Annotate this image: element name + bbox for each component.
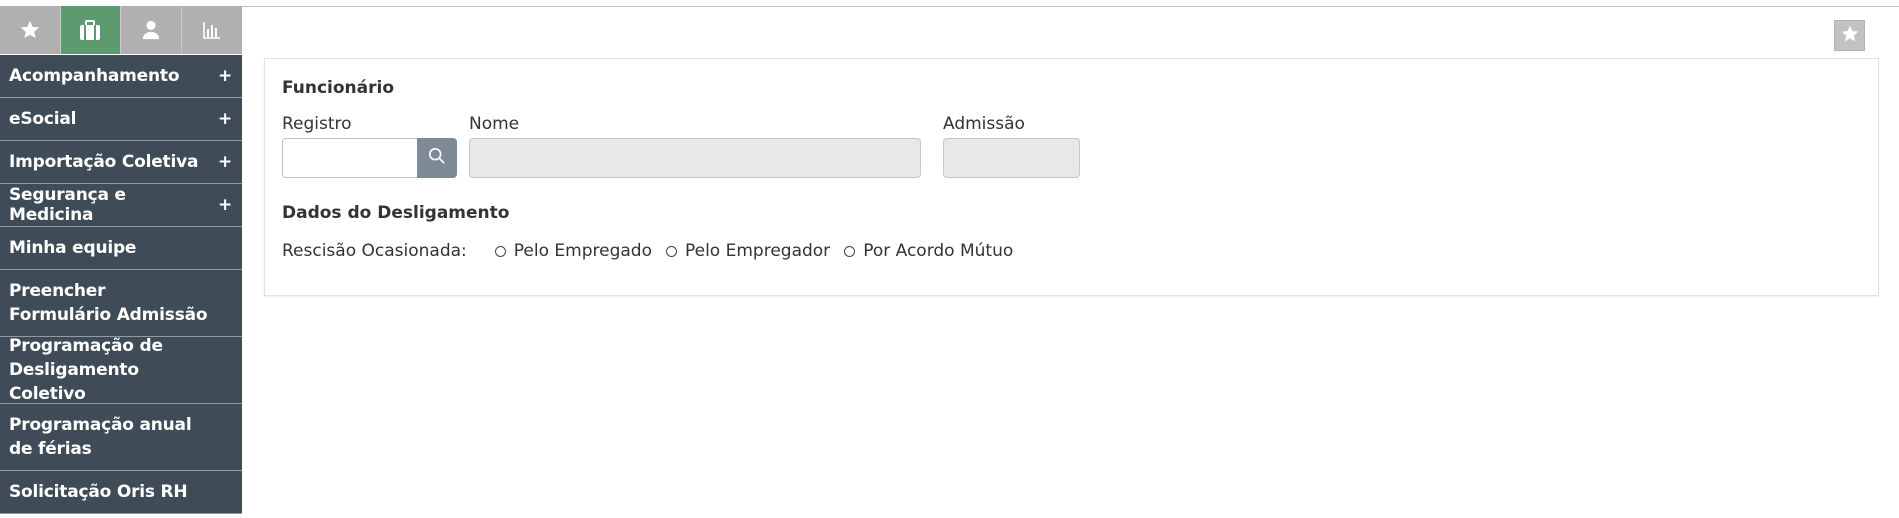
radio-circle-icon: [844, 245, 856, 257]
tab-briefcase[interactable]: [60, 6, 121, 54]
sidebar-item-preencher-formulario[interactable]: Preencher Formulário Admissão: [0, 270, 242, 337]
sidebar-item-importacao-coletiva[interactable]: Importação Coletiva +: [0, 141, 242, 184]
favorite-button[interactable]: [1834, 20, 1865, 51]
sidebar-item-label: Minha equipe: [9, 238, 137, 258]
radio-por-acordo-mutuo[interactable]: Por Acordo Mútuo: [844, 241, 1013, 261]
search-registro-button[interactable]: [417, 138, 457, 178]
radio-label: Por Acordo Mútuo: [863, 241, 1014, 261]
sidebar-item-acompanhamento[interactable]: Acompanhamento +: [0, 55, 242, 98]
tab-user[interactable]: [121, 6, 182, 54]
radio-circle-icon: [665, 245, 677, 257]
expand-icon: +: [217, 66, 232, 86]
admissao-field: [943, 138, 1080, 178]
sidebar-item-esocial[interactable]: eSocial +: [0, 98, 242, 141]
sidebar-menu: Acompanhamento + eSocial + Importação Co…: [0, 55, 242, 514]
tab-favorites[interactable]: [0, 6, 61, 54]
section-title-desligamento: Dados do Desligamento: [282, 203, 510, 223]
nome-label: Nome: [469, 114, 520, 134]
bar-chart-icon: [202, 20, 222, 40]
star-icon: [1840, 24, 1860, 48]
user-icon: [140, 19, 162, 41]
sidebar-item-minha-equipe[interactable]: Minha equipe: [0, 227, 242, 270]
sidebar-tabbar: [0, 6, 242, 54]
sidebar-item-label: Programação de Desligamento Coletivo: [9, 336, 163, 404]
rescisao-label: Rescisão Ocasionada:: [282, 241, 467, 261]
search-icon: [428, 147, 446, 169]
radio-circle-icon: [494, 245, 506, 257]
sidebar: Acompanhamento + eSocial + Importação Co…: [0, 0, 242, 518]
section-title-funcionario: Funcionário: [282, 78, 395, 98]
rescisao-radio-group: Rescisão Ocasionada: Pelo Empregado Pelo…: [282, 241, 1027, 261]
expand-icon: +: [217, 195, 232, 215]
registro-label: Registro: [282, 114, 352, 134]
sidebar-item-label: Programação anual de férias: [9, 415, 192, 459]
sidebar-item-solicitacao-oris[interactable]: Solicitação Oris RH: [0, 471, 242, 514]
briefcase-icon: [78, 19, 102, 41]
sidebar-item-label: Acompanhamento: [9, 66, 180, 86]
radio-pelo-empregado[interactable]: Pelo Empregado: [494, 241, 652, 261]
star-icon: [19, 19, 41, 41]
sidebar-item-label: Preencher Formulário Admissão: [9, 281, 208, 325]
sidebar-item-label: Segurança e Medicina: [9, 185, 126, 225]
radio-label: Pelo Empregador: [684, 241, 831, 261]
admissao-label: Admissão: [943, 114, 1025, 134]
expand-icon: +: [217, 109, 232, 129]
registro-input[interactable]: [282, 138, 418, 178]
tab-reports[interactable]: [181, 6, 242, 54]
expand-icon: +: [217, 152, 232, 172]
sidebar-item-label: Solicitação Oris RH: [9, 482, 188, 502]
sidebar-item-programacao-ferias[interactable]: Programação anual de férias: [0, 404, 242, 471]
sidebar-item-label: eSocial: [9, 109, 77, 129]
sidebar-item-seguranca-medicina[interactable]: Segurança e Medicina +: [0, 184, 242, 227]
nome-field: [469, 138, 921, 178]
radio-label: Pelo Empregado: [513, 241, 652, 261]
sidebar-item-programacao-desligamento[interactable]: Programação de Desligamento Coletivo: [0, 336, 242, 404]
sidebar-item-label: Importação Coletiva: [9, 152, 199, 172]
top-border: [242, 6, 1899, 7]
radio-pelo-empregador[interactable]: Pelo Empregador: [665, 241, 831, 261]
